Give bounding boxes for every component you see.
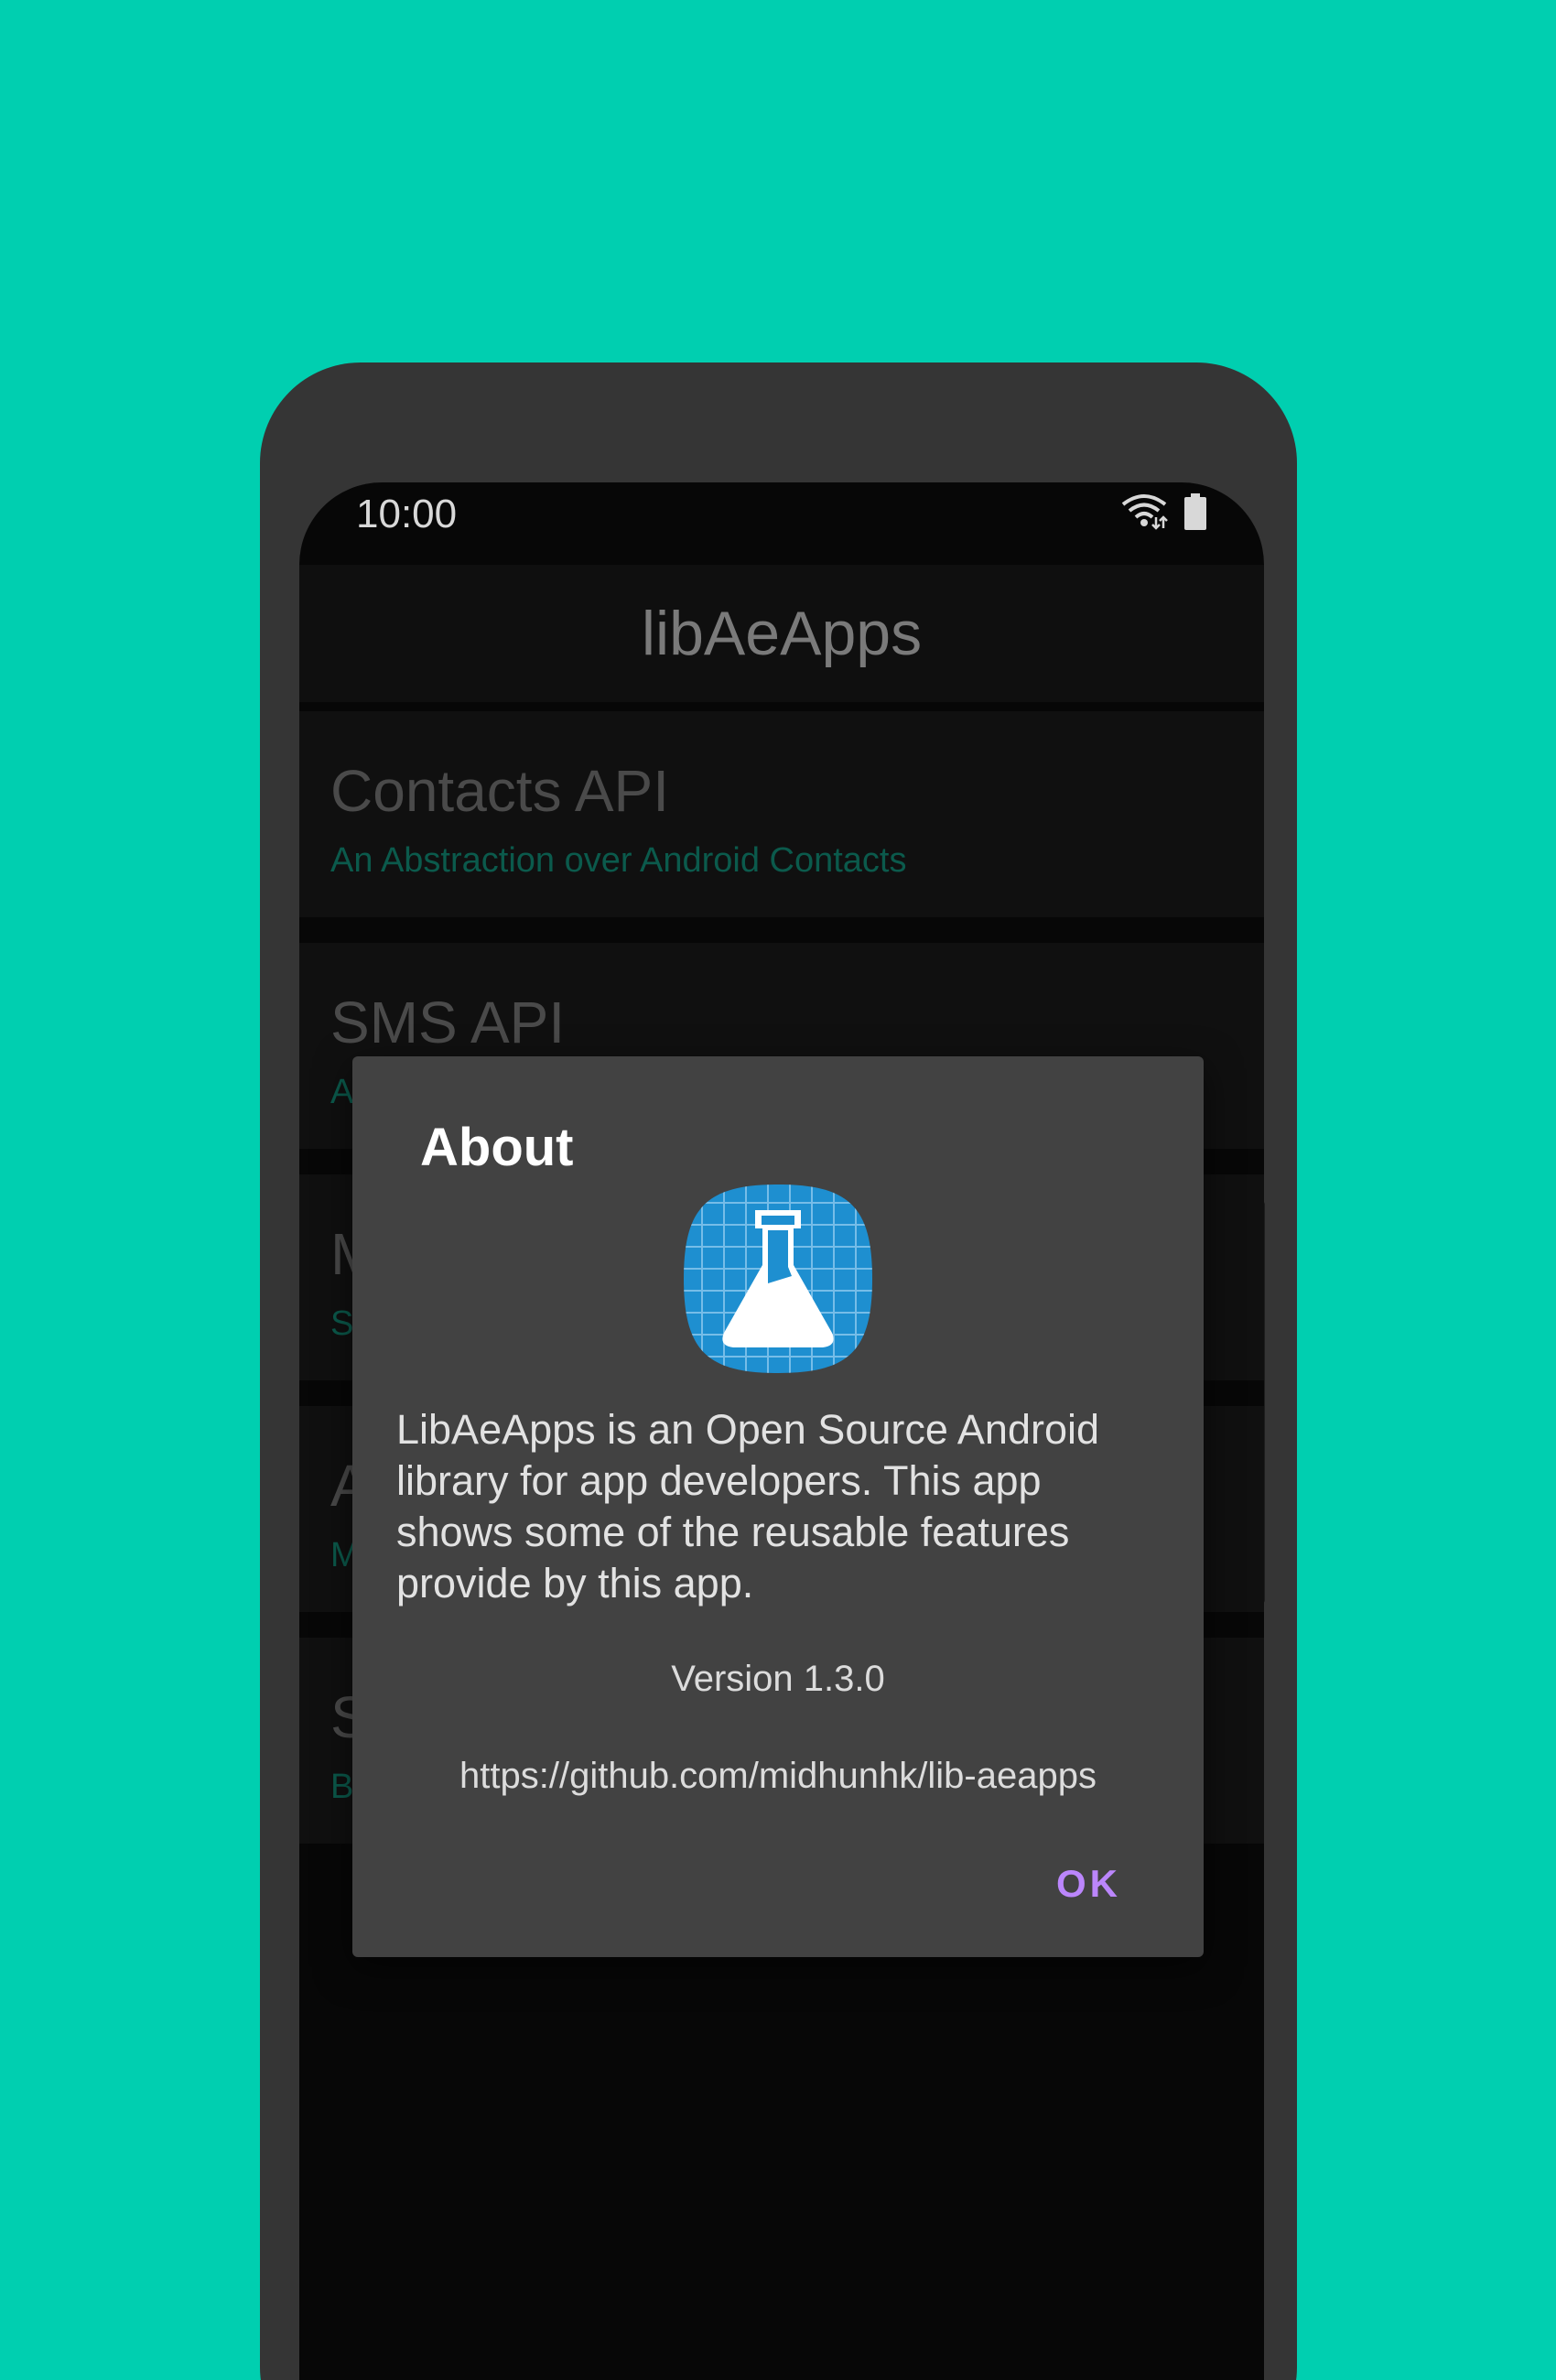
app-bar: libAeApps: [299, 565, 1264, 702]
repository-link[interactable]: https://github.com/midhunhk/lib-aeapps: [352, 1756, 1204, 1797]
list-item-title: Contacts API: [330, 758, 669, 824]
dialog-description: LibAeApps is an Open Source Android libr…: [396, 1406, 1100, 1606]
list-item-subtitle: S: [330, 1304, 354, 1343]
about-dialog: About LibAeApps is an Open Source Androi…: [352, 1056, 1204, 1957]
list-item-contacts-api[interactable]: Contacts API An Abstraction over Android…: [299, 711, 1264, 917]
status-bar: 10:00: [299, 482, 1264, 546]
list-item-subtitle: B: [330, 1768, 354, 1806]
version-label: Version 1.3.0: [671, 1659, 885, 1699]
list-item-title: SMS API: [330, 990, 566, 1055]
list-item-subtitle: An Abstraction over Android Contacts: [330, 841, 907, 880]
status-clock: 10:00: [356, 492, 458, 536]
dialog-title: About: [420, 1118, 574, 1177]
app-title: libAeApps: [641, 599, 923, 668]
list-item-subtitle: A: [330, 1073, 354, 1111]
battery-icon: [1183, 493, 1207, 534]
flask-icon: [680, 1181, 876, 1377]
wifi-icon: [1119, 493, 1169, 534]
status-icons: [1119, 493, 1207, 534]
ok-button[interactable]: OK: [1056, 1862, 1121, 1906]
